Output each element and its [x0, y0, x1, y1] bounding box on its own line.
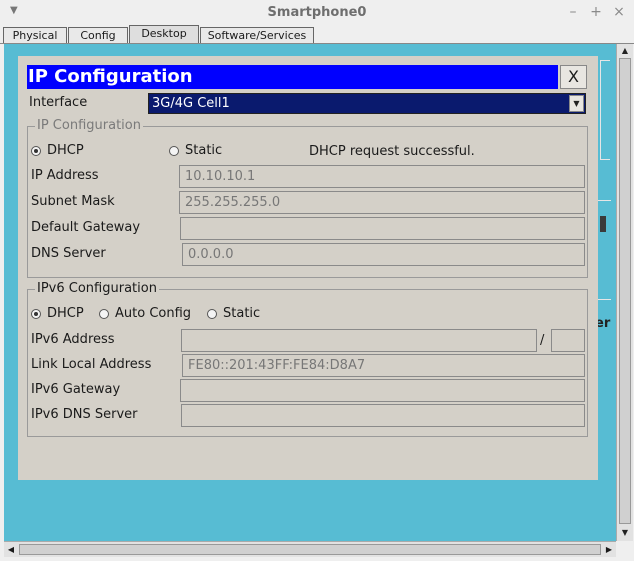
- horizontal-scroll-thumb[interactable]: [19, 544, 601, 555]
- background-window-edge: [600, 60, 610, 160]
- prefix-separator: /: [540, 333, 545, 348]
- ipv6-gateway-field[interactable]: [180, 379, 585, 402]
- close-window-icon[interactable]: ×: [612, 4, 626, 20]
- tab-desktop[interactable]: Desktop: [129, 25, 199, 45]
- scroll-right-icon[interactable]: ▶: [602, 542, 616, 557]
- scroll-up-icon[interactable]: ▲: [617, 44, 633, 58]
- subnet-mask-field[interactable]: 255.255.255.0: [179, 191, 585, 214]
- maximize-icon[interactable]: +: [589, 4, 603, 20]
- dhcp-status-text: DHCP request successful.: [309, 144, 475, 159]
- dns-server-field[interactable]: 0.0.0.0: [182, 243, 585, 266]
- ipv6-dhcp-label: DHCP: [47, 306, 84, 321]
- ipv6-dns-field[interactable]: [181, 404, 585, 427]
- ipv6-auto-config-radio[interactable]: Auto Config: [99, 306, 191, 321]
- radio-unselected-icon: [99, 308, 109, 319]
- ipv4-dhcp-label: DHCP: [47, 143, 84, 158]
- scroll-left-icon[interactable]: ◀: [4, 542, 18, 557]
- link-local-field[interactable]: FE80::201:43FF:FE84:D8A7: [182, 354, 585, 377]
- ipv6-address-label: IPv6 Address: [31, 332, 115, 347]
- ipv6-group-legend: IPv6 Configuration: [35, 281, 159, 296]
- chevron-down-icon[interactable]: ▼: [569, 95, 584, 112]
- panel-title: IP Configuration: [27, 65, 558, 89]
- ipv6-dns-label: IPv6 DNS Server: [31, 407, 138, 422]
- background-widget: [600, 216, 606, 232]
- vertical-scroll-thumb[interactable]: [619, 58, 631, 524]
- scroll-down-icon[interactable]: ▼: [617, 526, 633, 540]
- close-panel-button[interactable]: X: [560, 65, 587, 89]
- radio-unselected-icon: [207, 308, 217, 319]
- window-title: Smartphone0: [267, 5, 367, 20]
- ipv4-dhcp-radio[interactable]: DHCP: [31, 143, 84, 158]
- ipv6-static-label: Static: [223, 306, 261, 321]
- ipv4-static-label: Static: [185, 143, 223, 158]
- ipv6-prefix-field[interactable]: [551, 329, 585, 352]
- link-local-label: Link Local Address: [31, 357, 152, 372]
- ipv6-auto-config-label: Auto Config: [115, 306, 192, 321]
- interface-label: Interface: [29, 95, 88, 110]
- ip-address-field[interactable]: 10.10.10.1: [179, 165, 585, 188]
- ipv6-static-radio[interactable]: Static: [207, 306, 260, 321]
- interface-select[interactable]: 3G/4G Cell1 ▼: [148, 93, 586, 114]
- default-gateway-label: Default Gateway: [31, 220, 141, 235]
- radio-selected-icon: [31, 308, 41, 319]
- radio-unselected-icon: [169, 145, 179, 156]
- vertical-scrollbar[interactable]: ▲ ▼: [616, 44, 633, 541]
- tab-physical[interactable]: Physical: [3, 27, 67, 44]
- interface-selected-value: 3G/4G Cell1: [152, 96, 230, 111]
- default-gateway-field[interactable]: [180, 217, 585, 240]
- ipv6-dhcp-radio[interactable]: DHCP: [31, 306, 84, 321]
- minimize-icon[interactable]: –: [566, 4, 580, 20]
- ip-configuration-panel: IP Configuration X Interface 3G/4G Cell1…: [18, 56, 598, 480]
- ipv4-static-radio[interactable]: Static: [169, 143, 222, 158]
- ipv4-group-legend: IP Configuration: [35, 118, 143, 133]
- horizontal-scrollbar[interactable]: ◀ ▶: [4, 541, 616, 557]
- background-window-edge: [597, 200, 611, 300]
- window-titlebar: ▼ Smartphone0 – + ×: [0, 0, 634, 26]
- ipv6-address-field[interactable]: [181, 329, 537, 352]
- dns-server-label: DNS Server: [31, 246, 106, 261]
- subnet-mask-label: Subnet Mask: [31, 194, 115, 209]
- tab-config[interactable]: Config: [68, 27, 128, 44]
- ipv6-gateway-label: IPv6 Gateway: [31, 382, 121, 397]
- radio-selected-icon: [31, 145, 41, 156]
- ip-address-label: IP Address: [31, 168, 99, 183]
- tab-software-services[interactable]: Software/Services: [200, 27, 314, 44]
